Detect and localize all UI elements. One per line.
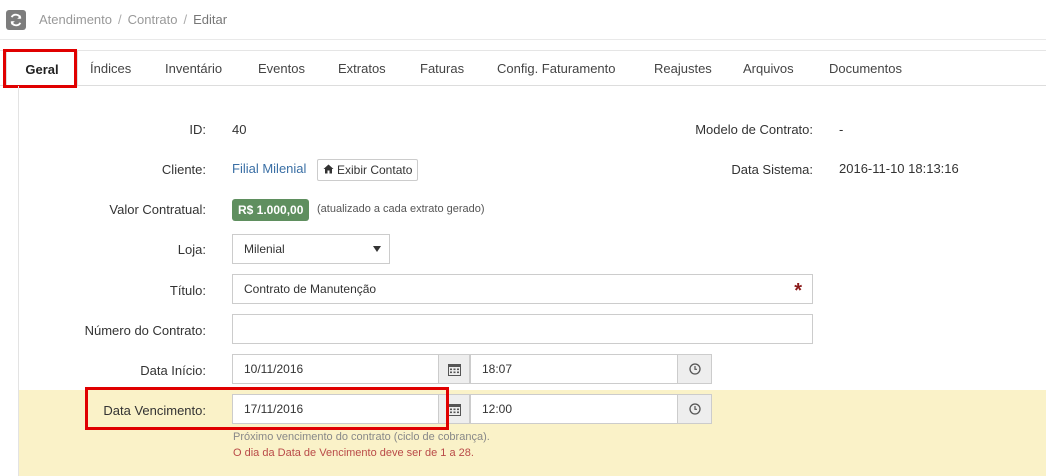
data-vencimento-time-input[interactable]: 12:00: [470, 394, 678, 424]
cliente-label: Cliente:: [161, 162, 206, 177]
loja-label: Loja:: [177, 242, 206, 257]
content-left-border: [18, 86, 19, 476]
top-bar: Atendimento / Contrato / Editar: [0, 0, 1046, 40]
tab-bar: Geral Índices Inventário Eventos Extrato…: [0, 50, 1046, 87]
valor-hint: (atualizado a cada extrato gerado): [317, 203, 485, 215]
breadcrumb-item-atendimento[interactable]: Atendimento: [39, 12, 112, 27]
clock-icon[interactable]: [677, 354, 712, 384]
tab-eventos[interactable]: Eventos: [258, 51, 305, 86]
data-inicio-label: Data Início:: [140, 363, 206, 378]
required-asterisk-icon: *: [794, 280, 802, 302]
data-sistema-label: Data Sistema:: [731, 162, 813, 177]
breadcrumb: Atendimento / Contrato / Editar: [39, 12, 228, 27]
tab-documentos[interactable]: Documentos: [829, 51, 902, 86]
calendar-icon[interactable]: [438, 354, 470, 384]
tab-arquivos[interactable]: Arquivos: [743, 51, 794, 86]
vencimento-error-text: O dia da Data de Vencimento deve ser de …: [233, 447, 474, 459]
data-vencimento-time-value: 12:00: [482, 402, 513, 416]
tab-config-faturamento[interactable]: Config. Faturamento: [497, 51, 616, 86]
data-inicio-date-input[interactable]: 10/11/2016: [232, 354, 439, 384]
id-value: 40: [232, 122, 247, 137]
loja-select[interactable]: Milenial: [232, 234, 390, 264]
vencimento-help-text: Próximo vencimento do contrato (ciclo de…: [233, 431, 490, 443]
home-icon: [323, 163, 334, 177]
titulo-input[interactable]: Contrato de Manutenção *: [232, 274, 813, 304]
breadcrumb-item-contrato[interactable]: Contrato: [128, 12, 178, 27]
tab-geral[interactable]: Geral: [6, 51, 78, 87]
data-vencimento-label: Data Vencimento:: [103, 403, 206, 418]
valor-badge: R$ 1.000,00: [232, 199, 310, 221]
cliente-link[interactable]: Filial Milenial: [232, 161, 306, 176]
modelo-label: Modelo de Contrato:: [695, 122, 813, 137]
numero-input[interactable]: [232, 314, 813, 344]
tab-indices[interactable]: Índices: [90, 51, 131, 86]
refresh-icon[interactable]: [6, 10, 26, 30]
loja-selected-value: Milenial: [244, 242, 285, 256]
data-inicio-time-value: 18:07: [482, 362, 513, 376]
numero-label: Número do Contrato:: [84, 323, 206, 338]
id-label: ID:: [189, 122, 206, 137]
data-inicio-time-input[interactable]: 18:07: [470, 354, 678, 384]
tab-inventario[interactable]: Inventário: [165, 51, 222, 86]
data-vencimento-date-value: 17/11/2016: [244, 402, 304, 416]
exibir-contato-button[interactable]: Exibir Contato: [317, 159, 419, 181]
data-inicio-date-value: 10/11/2016: [244, 362, 304, 376]
titulo-value: Contrato de Manutenção: [244, 282, 377, 296]
data-vencimento-date-input[interactable]: 17/11/2016: [232, 394, 439, 424]
calendar-icon[interactable]: [438, 394, 470, 424]
titulo-label: Título:: [169, 283, 206, 298]
clock-icon[interactable]: [677, 394, 712, 424]
exibir-contato-label: Exibir Contato: [337, 163, 413, 177]
valor-label: Valor Contratual:: [109, 202, 206, 217]
tab-extratos[interactable]: Extratos: [338, 51, 386, 86]
modelo-value: -: [839, 122, 844, 137]
tab-faturas[interactable]: Faturas: [420, 51, 464, 86]
tab-reajustes[interactable]: Reajustes: [654, 51, 712, 86]
chevron-down-icon: [373, 246, 381, 252]
data-sistema-value: 2016-11-10 18:13:16: [839, 161, 959, 176]
breadcrumb-item-editar: Editar: [193, 12, 228, 27]
